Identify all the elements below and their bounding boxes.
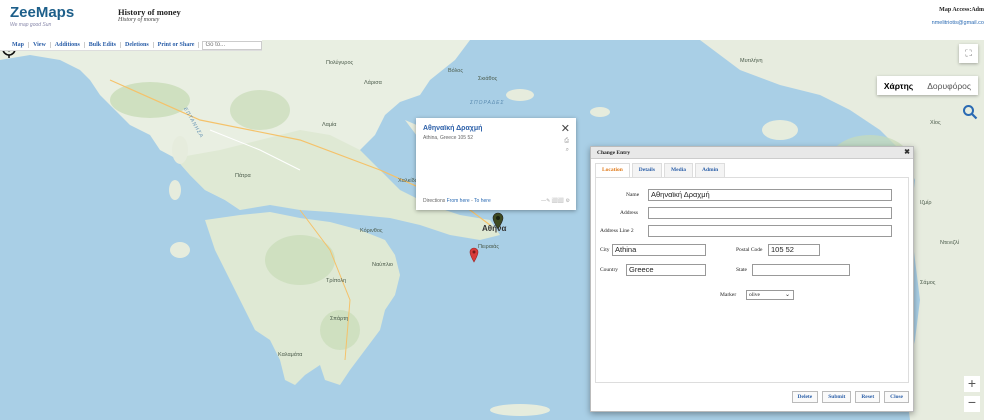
map-title: History of money <box>118 7 181 17</box>
map-search-button[interactable] <box>962 104 980 122</box>
zoom-out-button[interactable]: − <box>964 395 980 412</box>
close-button[interactable]: Close <box>884 391 909 403</box>
dialog-buttons: Delete Submit Reset Close <box>788 391 909 403</box>
tab-details[interactable]: Details <box>631 163 662 177</box>
map-place-label: Τρίπολη <box>326 278 347 284</box>
menu-bulk-edits[interactable]: Bulk Edits <box>85 42 121 48</box>
map-type-roadmap[interactable]: Χάρτης <box>877 81 920 91</box>
app-header: ZeeMaps We map good Sun History of money… <box>0 0 984 40</box>
fullscreen-icon: ⛶ <box>965 48 972 58</box>
map-place-label: Σάμος <box>920 280 936 286</box>
address-label: Address <box>620 210 639 216</box>
postal-code-field[interactable]: 105 52 <box>768 244 820 256</box>
fullscreen-button[interactable]: ⛶ <box>959 44 978 63</box>
print-icon[interactable]: ⎙ <box>564 138 569 145</box>
directions-from-here-link[interactable]: From here <box>447 198 470 204</box>
dialog-title: Change Entry <box>597 150 631 156</box>
red-map-marker[interactable] <box>469 247 479 263</box>
address-line2-label: Address Line 2 <box>600 228 634 234</box>
map-place-label: Βόλος <box>448 68 463 74</box>
dialog-tabs: Location Details Media Admin <box>595 163 727 177</box>
popup-tools-icons[interactable]: —✎ ⬜⬜ ⚙ <box>541 198 570 204</box>
map-place-label: Χαλκίδα <box>398 178 418 184</box>
map-place-label: Λαμία <box>322 122 337 128</box>
marker-select[interactable]: olive ⌄ <box>746 290 794 300</box>
menu-deletions[interactable]: Deletions <box>121 42 154 48</box>
chevron-down-icon: ⌄ <box>784 292 790 298</box>
popup-address: Athina, Greece 105 52 <box>423 135 474 141</box>
marker-select-value: olive <box>749 292 760 298</box>
logo-tagline: We map good Sun <box>10 22 52 28</box>
map-place-label: Καλαμάτα <box>278 352 303 358</box>
tab-media[interactable]: Media <box>663 163 693 177</box>
directions-label: Directions <box>423 198 446 204</box>
tab-admin[interactable]: Admin <box>694 163 726 177</box>
menu-additions[interactable]: Additions <box>51 42 85 48</box>
dialog-header[interactable]: Change Entry ✖ <box>591 147 913 159</box>
map-place-label: Μυτιλήνη <box>740 58 763 64</box>
marker-label: Marker <box>720 292 737 298</box>
state-field[interactable] <box>752 264 850 276</box>
address-field[interactable] <box>648 207 892 219</box>
map-place-label: Ντενιζλί <box>940 240 959 246</box>
map-place-label: ΣΠΟΡΑΔΕΣ <box>470 100 505 106</box>
directions-to-here-link[interactable]: To here <box>474 198 491 204</box>
zeemaps-logo[interactable]: ZeeMaps <box>10 4 74 21</box>
popup-directions: Directions From here - To here <box>423 198 491 204</box>
name-field[interactable]: Αθηναϊκή Δραχμή <box>648 189 892 201</box>
reset-button[interactable]: Reset <box>855 391 881 403</box>
menu-bar: Map View Additions Bulk Edits Deletions … <box>0 40 263 51</box>
map-place-label: Ναύπλιο <box>372 262 393 268</box>
address-line2-field[interactable] <box>648 225 892 237</box>
map-access-label: Map Access:Adm <box>939 7 984 13</box>
marker-info-popup: Αθηναϊκή Δραχμή Athina, Greece 105 52 ✕ … <box>416 118 576 210</box>
name-label: Name <box>626 192 640 198</box>
map-place-label: Χίος <box>930 120 941 126</box>
map-type-switcher: Χάρτης Δορυφόρος <box>876 76 978 95</box>
dialog-close-icon[interactable]: ✖ <box>904 148 910 156</box>
map-place-label: Κόρινθος <box>360 228 383 234</box>
map-place-label: Πάτρα <box>235 173 251 179</box>
country-label: Country <box>600 267 619 273</box>
popup-title-link[interactable]: Αθηναϊκή Δραχμή <box>423 125 482 132</box>
map-subtitle: History of money <box>118 17 160 23</box>
delete-button[interactable]: Delete <box>791 391 819 403</box>
map-place-label: Σπάρτη <box>330 316 349 322</box>
map-place-label: Πειραιάς <box>478 244 500 250</box>
map-type-satellite[interactable]: Δορυφόρος <box>920 81 978 91</box>
change-entry-dialog: Change Entry ✖ Location Details Media Ad… <box>590 146 914 412</box>
map-place-label: Ιζμίρ <box>920 200 932 206</box>
user-email-link[interactable]: nmelitriotis@gmail.co <box>932 20 984 26</box>
olive-map-marker[interactable] <box>492 212 504 230</box>
map-canvas[interactable]: Πολύγυρος Βόλος Λάρισα Σκιάθος Πάτρα Λαμ… <box>0 40 984 420</box>
menu-view[interactable]: View <box>29 42 51 48</box>
state-label: State <box>736 267 747 273</box>
popup-close-icon[interactable]: ✕ <box>561 122 570 135</box>
menu-map[interactable]: Map <box>8 42 29 48</box>
city-field[interactable]: Athina <box>612 244 706 256</box>
map-place-label: Λάρισα <box>364 80 382 86</box>
city-label: City <box>600 247 610 253</box>
submit-button[interactable]: Submit <box>822 391 852 403</box>
location-form: Name Αθηναϊκή Δραχμή Address Address Lin… <box>595 177 909 383</box>
postal-code-label: Postal Code <box>736 247 763 253</box>
zoom-to-icon[interactable]: ⌕ <box>566 147 569 154</box>
map-place-label: Πολύγυρος <box>326 60 354 66</box>
zoom-in-button[interactable]: + <box>964 376 980 392</box>
search-icon <box>963 105 978 120</box>
goto-search-input[interactable] <box>202 40 263 50</box>
menu-print-or-share[interactable]: Print or Share <box>154 42 200 48</box>
map-place-label: Σκιάθος <box>478 76 498 82</box>
country-field[interactable]: Greece <box>626 264 706 276</box>
tab-location[interactable]: Location <box>595 163 630 177</box>
